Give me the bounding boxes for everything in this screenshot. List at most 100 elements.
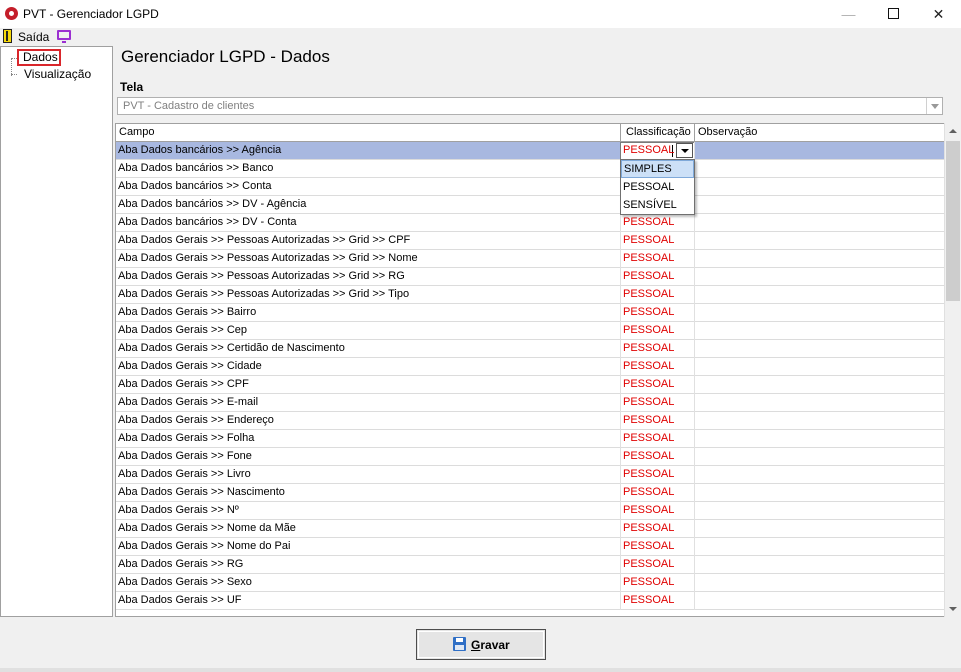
scroll-down-arrow-icon[interactable] <box>945 600 961 617</box>
cell-classificacao[interactable]: PESSOAL <box>623 144 674 156</box>
table-row[interactable]: Aba Dados Gerais >> RG PESSOAL <box>116 556 945 574</box>
save-button[interactable]: Gravar <box>416 629 546 660</box>
table-row[interactable]: Aba Dados Gerais >> Nascimento PESSOAL <box>116 484 945 502</box>
table-row[interactable]: Aba Dados Gerais >> Pessoas Autorizadas … <box>116 250 945 268</box>
table-row[interactable]: Aba Dados Gerais >> E-mail PESSOAL <box>116 394 945 412</box>
cell-campo[interactable]: Aba Dados bancários >> DV - Agência <box>118 198 306 210</box>
cell-classificacao[interactable]: PESSOAL <box>623 252 674 264</box>
cell-classificacao[interactable]: PESSOAL <box>623 216 674 228</box>
table-row[interactable]: Aba Dados Gerais >> UF PESSOAL <box>116 592 945 610</box>
cell-campo[interactable]: Aba Dados Gerais >> RG <box>118 558 243 570</box>
cell-classificacao[interactable]: PESSOAL <box>623 486 674 498</box>
cell-classificacao[interactable]: PESSOAL <box>623 342 674 354</box>
chevron-down-icon[interactable] <box>676 143 693 158</box>
cell-campo[interactable]: Aba Dados bancários >> DV - Conta <box>118 216 297 228</box>
column-header-observacao[interactable]: Observação <box>698 126 757 138</box>
cell-classificacao[interactable]: PESSOAL <box>623 234 674 246</box>
table-row[interactable]: Aba Dados Gerais >> Cep PESSOAL <box>116 322 945 340</box>
cell-campo[interactable]: Aba Dados Gerais >> Bairro <box>118 306 256 318</box>
table-row[interactable]: Aba Dados bancários >> DV - Conta PESSOAL <box>116 214 945 232</box>
column-divider[interactable] <box>620 124 621 142</box>
table-row[interactable]: Aba Dados Gerais >> Pessoas Autorizadas … <box>116 286 945 304</box>
cell-campo[interactable]: Aba Dados Gerais >> Sexo <box>118 576 252 588</box>
scroll-thumb[interactable] <box>946 141 960 301</box>
table-row[interactable]: Aba Dados bancários >> Conta <box>116 178 945 196</box>
cell-classificacao[interactable]: PESSOAL <box>623 576 674 588</box>
cell-campo[interactable]: Aba Dados Gerais >> CPF <box>118 378 249 390</box>
cell-campo[interactable]: Aba Dados Gerais >> Livro <box>118 468 251 480</box>
cell-campo[interactable]: Aba Dados Gerais >> Nome do Pai <box>118 540 290 552</box>
classification-dropdown-list[interactable]: SIMPLES PESSOAL SENSÍVEL <box>620 159 695 215</box>
cell-classificacao[interactable]: PESSOAL <box>623 288 674 300</box>
column-header-classificacao[interactable]: Classificação <box>626 126 691 138</box>
cell-campo[interactable]: Aba Dados Gerais >> E-mail <box>118 396 258 408</box>
table-row[interactable]: Aba Dados Gerais >> Sexo PESSOAL <box>116 574 945 592</box>
cell-classificacao[interactable]: PESSOAL <box>623 540 674 552</box>
table-row[interactable]: Aba Dados Gerais >> Nome da Mãe PESSOAL <box>116 520 945 538</box>
cell-campo[interactable]: Aba Dados Gerais >> Cidade <box>118 360 262 372</box>
exit-door-icon[interactable] <box>3 29 12 43</box>
cell-classificacao[interactable]: PESSOAL <box>623 414 674 426</box>
cell-campo[interactable]: Aba Dados Gerais >> Pessoas Autorizadas … <box>118 252 418 264</box>
cell-campo[interactable]: Aba Dados Gerais >> Nascimento <box>118 486 285 498</box>
cell-classificacao[interactable]: PESSOAL <box>623 432 674 444</box>
monitor-icon[interactable] <box>57 30 71 43</box>
table-row[interactable]: Aba Dados bancários >> Agência PESSOAL <box>116 142 945 160</box>
menu-exit[interactable]: Saída <box>18 30 49 44</box>
cell-classificacao[interactable]: PESSOAL <box>623 378 674 390</box>
cell-classificacao[interactable]: PESSOAL <box>623 324 674 336</box>
cell-classificacao[interactable]: PESSOAL <box>623 450 674 462</box>
cell-campo[interactable]: Aba Dados bancários >> Agência <box>118 144 281 156</box>
cell-campo[interactable]: Aba Dados Gerais >> Certidão de Nascimen… <box>118 342 345 354</box>
dropdown-option-pessoal[interactable]: PESSOAL <box>621 178 694 196</box>
table-row[interactable]: Aba Dados Gerais >> Folha PESSOAL <box>116 430 945 448</box>
cell-classificacao[interactable]: PESSOAL <box>623 468 674 480</box>
table-row[interactable]: Aba Dados Gerais >> Nº PESSOAL <box>116 502 945 520</box>
dropdown-option-sensivel[interactable]: SENSÍVEL <box>621 196 694 214</box>
table-row[interactable]: Aba Dados Gerais >> CPF PESSOAL <box>116 376 945 394</box>
table-row[interactable]: Aba Dados Gerais >> Nome do Pai PESSOAL <box>116 538 945 556</box>
maximize-button[interactable] <box>871 0 916 28</box>
cell-classificacao[interactable]: PESSOAL <box>623 306 674 318</box>
cell-classificacao[interactable]: PESSOAL <box>623 504 674 516</box>
cell-classificacao[interactable]: PESSOAL <box>623 522 674 534</box>
chevron-down-icon[interactable] <box>926 98 942 114</box>
table-row[interactable]: Aba Dados Gerais >> Livro PESSOAL <box>116 466 945 484</box>
tree-item-visualizacao[interactable]: Visualização <box>24 67 91 81</box>
cell-classificacao[interactable]: PESSOAL <box>623 270 674 282</box>
cell-campo[interactable]: Aba Dados Gerais >> Nº <box>118 504 239 516</box>
cell-campo[interactable]: Aba Dados bancários >> Banco <box>118 162 273 174</box>
minimize-button[interactable]: — <box>826 0 871 28</box>
cell-campo[interactable]: Aba Dados Gerais >> Pessoas Autorizadas … <box>118 234 410 246</box>
tree-item-dados[interactable]: Dados <box>17 49 61 66</box>
tela-select[interactable]: PVT - Cadastro de clientes <box>117 97 943 115</box>
cell-campo[interactable]: Aba Dados Gerais >> Fone <box>118 450 252 462</box>
scroll-up-arrow-icon[interactable] <box>945 123 961 140</box>
cell-classificacao[interactable]: PESSOAL <box>623 396 674 408</box>
cell-campo[interactable]: Aba Dados Gerais >> Folha <box>118 432 254 444</box>
table-row[interactable]: Aba Dados bancários >> DV - Agência <box>116 196 945 214</box>
table-row[interactable]: Aba Dados Gerais >> Fone PESSOAL <box>116 448 945 466</box>
table-row[interactable]: Aba Dados Gerais >> Cidade PESSOAL <box>116 358 945 376</box>
cell-campo[interactable]: Aba Dados Gerais >> Pessoas Autorizadas … <box>118 270 405 282</box>
cell-campo[interactable]: Aba Dados bancários >> Conta <box>118 180 272 192</box>
cell-campo[interactable]: Aba Dados Gerais >> Nome da Mãe <box>118 522 296 534</box>
table-row[interactable]: Aba Dados Gerais >> Endereço PESSOAL <box>116 412 945 430</box>
column-divider[interactable] <box>694 124 695 142</box>
cell-campo[interactable]: Aba Dados Gerais >> Cep <box>118 324 247 336</box>
cell-campo[interactable]: Aba Dados Gerais >> Pessoas Autorizadas … <box>118 288 409 300</box>
cell-classificacao[interactable]: PESSOAL <box>623 594 674 606</box>
table-row[interactable]: Aba Dados bancários >> Banco <box>116 160 945 178</box>
table-row[interactable]: Aba Dados Gerais >> Certidão de Nascimen… <box>116 340 945 358</box>
vertical-scrollbar[interactable] <box>944 123 961 617</box>
cell-classificacao[interactable]: PESSOAL <box>623 558 674 570</box>
dropdown-option-simples[interactable]: SIMPLES <box>621 160 694 178</box>
cell-classificacao[interactable]: PESSOAL <box>623 360 674 372</box>
cell-campo[interactable]: Aba Dados Gerais >> Endereço <box>118 414 274 426</box>
cell-campo[interactable]: Aba Dados Gerais >> UF <box>118 594 242 606</box>
column-header-campo[interactable]: Campo <box>119 126 154 138</box>
close-button[interactable]: ✕ <box>916 0 961 28</box>
table-row[interactable]: Aba Dados Gerais >> Pessoas Autorizadas … <box>116 268 945 286</box>
table-row[interactable]: Aba Dados Gerais >> Pessoas Autorizadas … <box>116 232 945 250</box>
table-row[interactable]: Aba Dados Gerais >> Bairro PESSOAL <box>116 304 945 322</box>
